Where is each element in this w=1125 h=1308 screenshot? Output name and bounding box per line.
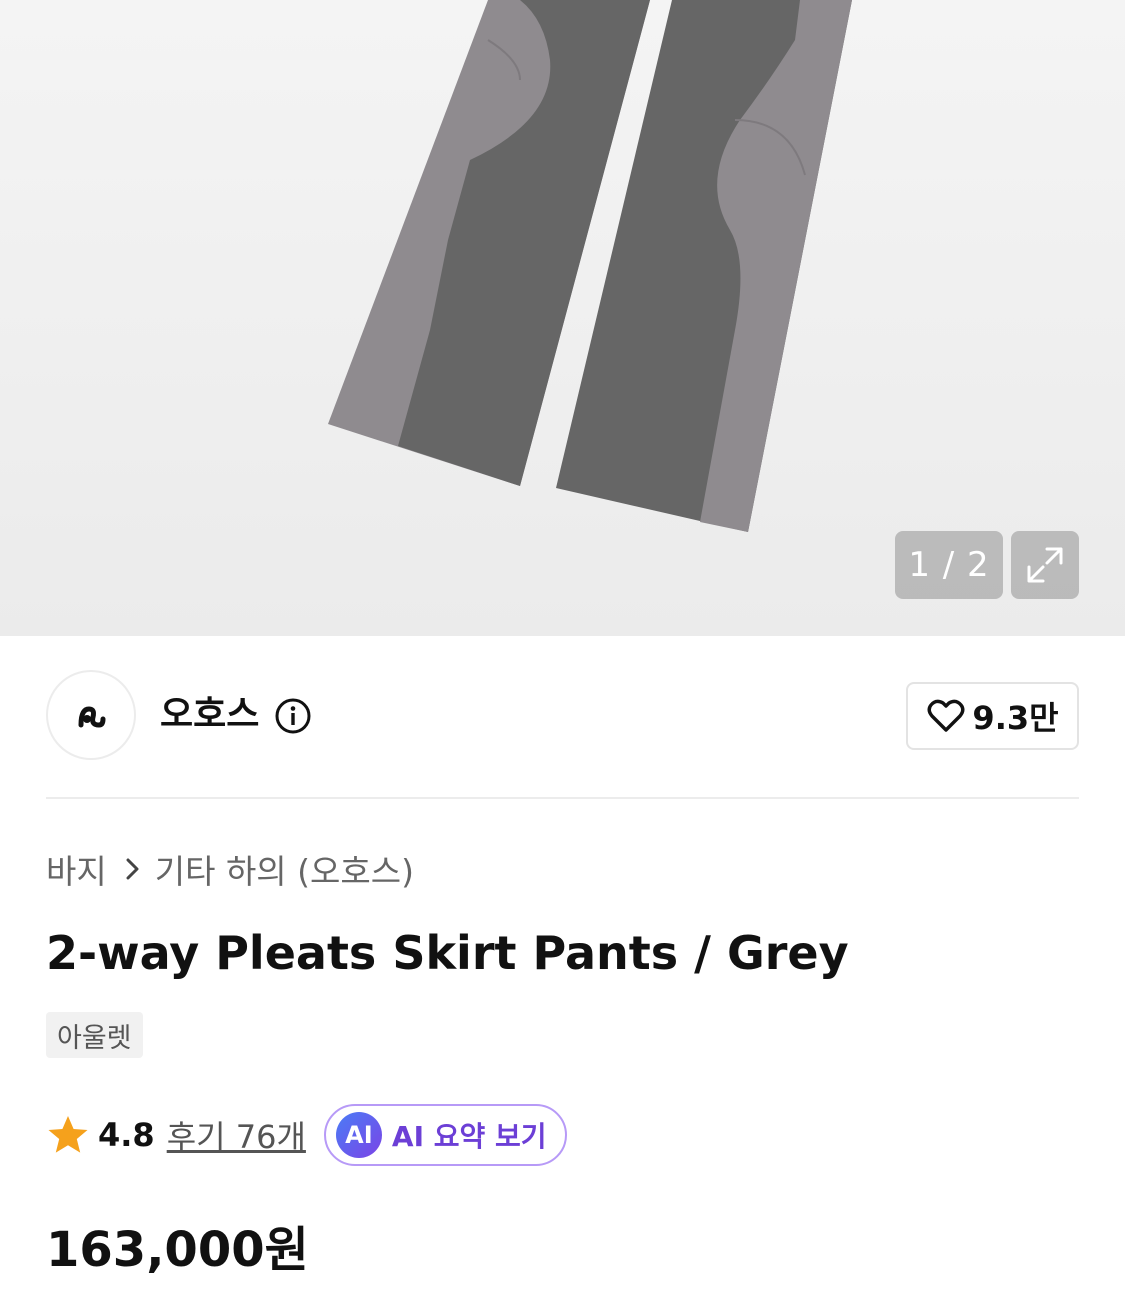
product-title: 2-way Pleats Skirt Pants / Grey (46, 926, 849, 980)
ai-summary-button[interactable]: AI AI 요약 보기 (323, 1104, 567, 1166)
chevron-right-icon (125, 856, 141, 882)
reviews-link[interactable]: 후기 76개 (167, 1112, 306, 1158)
ai-summary-label: AI 요약 보기 (391, 1120, 547, 1153)
brand-row: 오호스 9.3만 (46, 670, 1079, 764)
divider (46, 797, 1079, 799)
image-counter: 1 / 2 (895, 531, 1003, 599)
ai-badge-icon: AI (335, 1112, 382, 1158)
like-count: 9.3만 (972, 699, 1059, 737)
breadcrumb: 바지 기타 하의 (오호스) (46, 846, 414, 892)
outlet-tag: 아울렛 (46, 1012, 143, 1058)
star-icon (48, 1116, 88, 1153)
product-price: 163,000원 (46, 1222, 309, 1278)
product-image-gallery[interactable]: 1 / 2 (0, 0, 1125, 636)
breadcrumb-item-subcategory[interactable]: 기타 하의 (오호스) (155, 845, 414, 893)
info-icon[interactable] (274, 697, 312, 735)
rating-row: 4.8 후기 76개 AI AI 요약 보기 (46, 1104, 567, 1166)
expand-arrows-icon (1027, 547, 1063, 583)
heart-outline-icon (927, 699, 965, 732)
rating-value: 4.8 (98, 1116, 155, 1154)
breadcrumb-item-category[interactable]: 바지 (46, 845, 107, 893)
brand-name[interactable]: 오호스 (160, 692, 259, 738)
like-button[interactable]: 9.3만 (906, 682, 1079, 750)
brand-logo-icon (78, 706, 106, 728)
brand-logo[interactable] (46, 670, 136, 760)
expand-image-button[interactable] (1011, 531, 1079, 599)
